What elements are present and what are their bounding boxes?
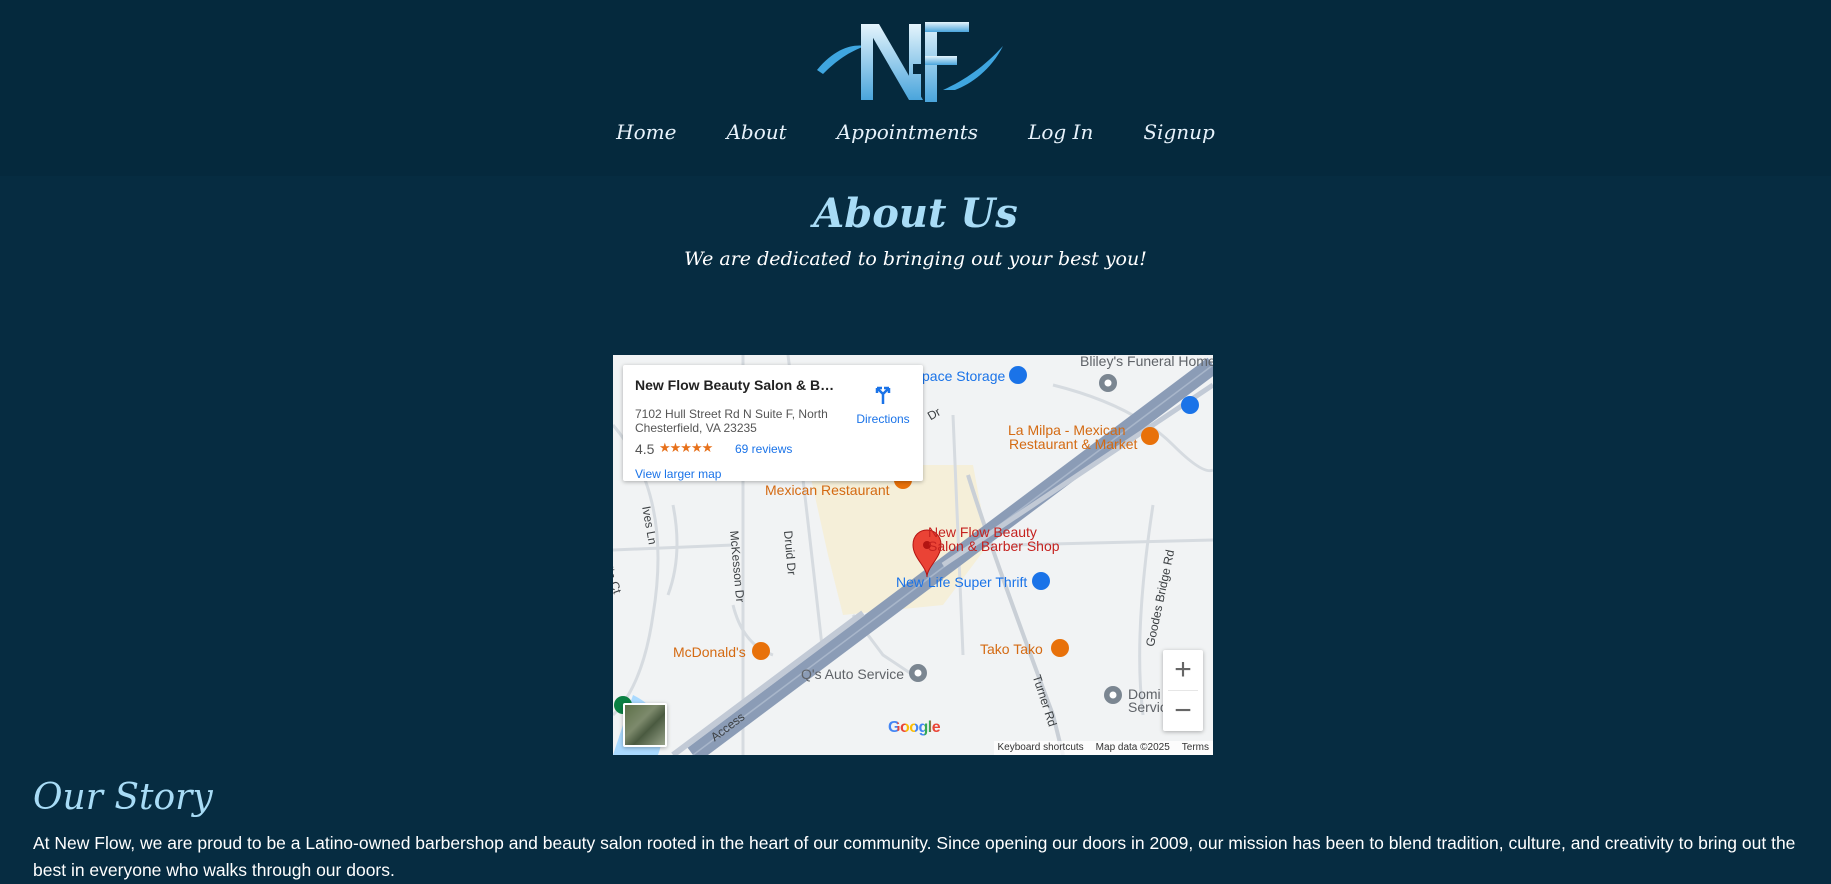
map-label-new-flow-line2: Salon & Barber Shop [928,538,1060,554]
our-story-heading: Our Story [33,777,213,818]
zoom-out-button[interactable]: − [1163,691,1203,731]
map-zoom-controls: + − [1163,650,1203,731]
place-address: 7102 Hull Street Rd N Suite F, North Che… [635,407,828,435]
map-label-tako-tako[interactable]: Tako Tako [980,642,1043,656]
place-name: New Flow Beauty Salon & Bar... [635,377,835,393]
place-rating: 4.5 [635,441,655,457]
page-title: About Us [813,190,1018,237]
map-data-credit: Map data ©2025 [1095,742,1170,753]
embedded-map[interactable]: pace Storage Bliley's Funeral Home La Mi… [613,355,1213,755]
directions-button[interactable]: Directions [848,383,918,426]
new-flow-logo[interactable] [815,18,1005,108]
our-story-text: At New Flow, we are proud to be a Latino… [33,833,1796,880]
map-attribution: Keyboard shortcuts Map data ©2025 Terms [993,741,1213,755]
google-logo: Google [888,719,941,737]
reviews-link[interactable]: 69 reviews [735,442,792,456]
nav-appointments-link[interactable]: Appointments [837,120,978,144]
map-label-la-milpa-line1[interactable]: La Milpa - Mexican [1008,423,1126,437]
nav-signup-link[interactable]: Signup [1143,120,1214,144]
directions-icon [875,386,891,404]
map-label-qs-auto[interactable]: Q's Auto Service [801,667,904,681]
map-label-funeral-home[interactable]: Bliley's Funeral Home [1080,355,1213,368]
map-label-new-life-thrift[interactable]: New Life Super Thrift [896,575,1027,589]
directions-label: Directions [856,412,910,426]
satellite-toggle-button[interactable] [623,703,667,747]
map-label-new-flow-line1[interactable]: New Flow Beauty [928,525,1037,539]
map-label-mexican-restaurant[interactable]: Mexican Restaurant [765,483,890,497]
nav-about-link[interactable]: About [726,120,786,144]
map-label-la-milpa-line2: Restaurant & Market [1009,436,1138,452]
nav-login-link[interactable]: Log In [1028,120,1093,144]
keyboard-shortcuts-link[interactable]: Keyboard shortcuts [998,741,1084,755]
terms-link[interactable]: Terms [1182,741,1209,755]
rating-stars-icon: ★★★★★ [659,440,713,455]
map-label-space-storage[interactable]: pace Storage [922,369,1005,383]
site-header: Home About Appointments Log In Signup [0,0,1831,176]
zoom-in-button[interactable]: + [1163,650,1203,690]
map-label-domi-line2: Servic [1128,699,1167,715]
map-label-mcdonalds[interactable]: McDonald's [673,645,746,659]
google-logo-text: Google [888,719,941,736]
nav-home-link[interactable]: Home [616,120,676,144]
place-info-card: New Flow Beauty Salon & Bar... 7102 Hull… [623,365,923,481]
main-nav: Home About Appointments Log In Signup [0,120,1831,144]
page-subtitle: We are dedicated to bringing out your be… [684,248,1147,270]
view-larger-map-link[interactable]: View larger map [635,467,721,481]
